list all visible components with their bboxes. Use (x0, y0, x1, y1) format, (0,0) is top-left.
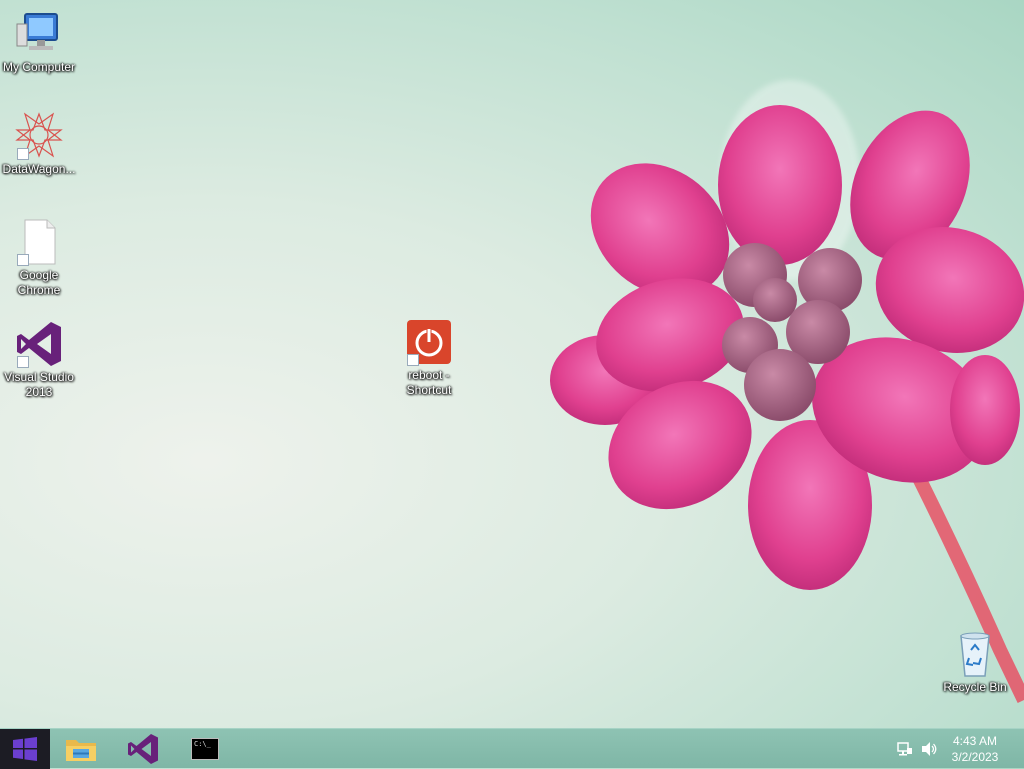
taskbar-file-explorer-button[interactable] (56, 729, 106, 769)
power-icon (405, 318, 453, 366)
command-prompt-icon: C:\_ (191, 738, 219, 760)
recycle-bin-icon (951, 630, 999, 678)
desktop-icon-label: Recycle Bin (943, 680, 1007, 694)
clock-time: 4:43 AM (952, 734, 998, 748)
my-computer-desktop-icon[interactable]: My Computer (0, 10, 78, 75)
desktop-icon-label: reboot - Shortcut (406, 368, 452, 397)
wallpaper-flower (550, 80, 1024, 704)
desktop-icon-label: DataWagon... (2, 162, 76, 176)
clock-date: 3/2/2023 (951, 750, 999, 764)
visual-studio-icon (15, 320, 63, 368)
google-chrome-desktop-icon[interactable]: Google Chrome (0, 218, 78, 298)
taskbar-clock[interactable]: 4:43 AM 3/2/2023 (940, 733, 1010, 765)
datawagon-desktop-icon[interactable]: DataWagon... (0, 112, 78, 177)
desktop-icon-label: Visual Studio 2013 (4, 370, 74, 399)
shortcut-arrow-icon (17, 356, 29, 368)
network-icon[interactable] (896, 740, 914, 758)
speaker-icon[interactable] (920, 740, 938, 758)
start-button[interactable] (0, 729, 50, 769)
taskbar: C:\_ 4:43 AM 3/2/2023 (0, 728, 1024, 769)
shortcut-arrow-icon (17, 254, 29, 266)
recycle-bin-desktop-icon[interactable]: Recycle Bin (936, 630, 1014, 695)
shortcut-arrow-icon (17, 148, 29, 160)
reboot-shortcut-desktop-icon[interactable]: reboot - Shortcut (390, 318, 468, 398)
computer-icon (15, 10, 63, 58)
taskbar-command-prompt-button[interactable]: C:\_ (180, 729, 230, 769)
windows-logo-icon (13, 737, 37, 761)
taskbar-visual-studio-button[interactable] (118, 729, 168, 769)
datawagon-icon (15, 112, 63, 160)
blank-file-icon (15, 218, 63, 266)
file-explorer-icon (66, 740, 96, 761)
desktop-icon-label: My Computer (2, 60, 76, 74)
system-tray (896, 729, 938, 769)
desktop-icon-label: Google Chrome (17, 268, 61, 297)
visual-studio-desktop-icon[interactable]: Visual Studio 2013 (0, 320, 78, 400)
command-prompt-text: C:\_ (194, 740, 211, 748)
desktop[interactable]: My Computer DataWagon... Google Chrome V… (0, 0, 1024, 728)
visual-studio-icon (128, 734, 158, 764)
shortcut-arrow-icon (407, 354, 419, 366)
